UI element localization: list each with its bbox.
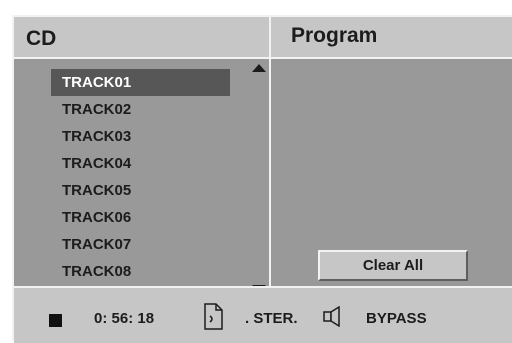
track-item[interactable]: TRACK04	[51, 150, 230, 177]
speaker-icon	[323, 306, 340, 327]
scroll-up-arrow-icon[interactable]	[252, 64, 266, 72]
track-item[interactable]: TRACK01	[51, 69, 230, 96]
status-bar: 0: 56: 18 . STER. BYPASS	[14, 286, 512, 343]
track-list: TRACK01 TRACK02 TRACK03 TRACK04 TRACK05 …	[51, 69, 230, 285]
clear-all-button[interactable]: Clear All	[318, 250, 468, 281]
source-title: CD	[26, 27, 57, 50]
elapsed-time: 0: 56: 18	[94, 310, 155, 327]
stop-icon	[49, 314, 62, 327]
audio-channel-icon	[204, 303, 223, 330]
column-divider	[269, 17, 271, 286]
track-item[interactable]: TRACK08	[51, 258, 230, 285]
track-item[interactable]: TRACK06	[51, 204, 230, 231]
audio-mode: . STER.	[245, 310, 298, 327]
track-item[interactable]: TRACK03	[51, 123, 230, 150]
cd-program-dialog: CD Program TRACK01 TRACK02 TRACK03 TRACK…	[12, 15, 512, 343]
header-bar: CD Program	[14, 17, 512, 59]
track-item[interactable]: TRACK07	[51, 231, 230, 258]
program-title: Program	[291, 24, 378, 47]
sound-mode: BYPASS	[366, 310, 427, 327]
track-item[interactable]: TRACK05	[51, 177, 230, 204]
track-item[interactable]: TRACK02	[51, 96, 230, 123]
